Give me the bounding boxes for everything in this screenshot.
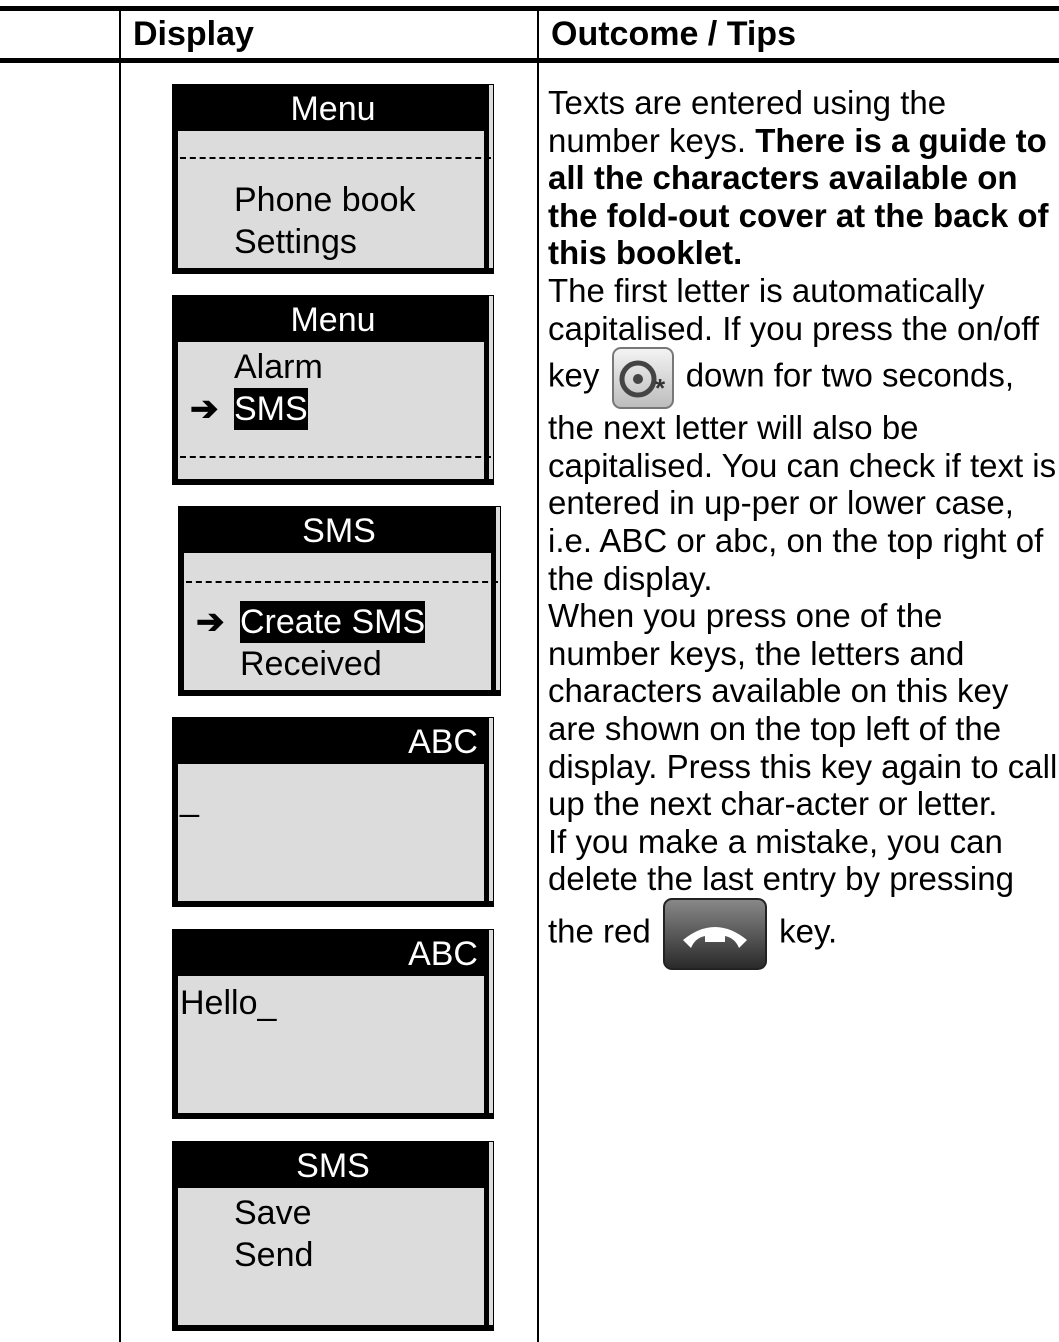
menu-item-alarm: Alarm bbox=[234, 348, 323, 386]
screen-title: Menu bbox=[178, 296, 488, 342]
screen-title: SMS bbox=[184, 507, 494, 553]
column-divider-left bbox=[119, 6, 121, 1342]
display-screen-menu-2: Menu Alarm ➔ SMS bbox=[172, 295, 494, 485]
screen-title: Menu bbox=[178, 85, 488, 131]
screen-title: SMS bbox=[178, 1142, 488, 1188]
entered-text: Hello_ bbox=[180, 984, 277, 1022]
tip-paragraph-1: Texts are entered using the number keys.… bbox=[548, 84, 1049, 272]
separator bbox=[180, 456, 491, 458]
on-off-key-icon: * bbox=[611, 347, 674, 410]
separator bbox=[180, 157, 491, 159]
menu-item-settings: Settings bbox=[234, 223, 357, 261]
tips-text: Texts are entered using the number keys.… bbox=[548, 84, 1058, 970]
display-screen-empty-text: ABC _ bbox=[172, 717, 494, 907]
red-end-key-icon bbox=[662, 897, 767, 970]
selection-arrow-icon: ➔ bbox=[190, 390, 219, 428]
menu-item-sms-selected: SMS bbox=[234, 388, 308, 430]
display-screen-hello-text: ABC Hello_ bbox=[172, 929, 494, 1119]
header-rule bbox=[0, 58, 1059, 63]
tip-paragraph-2: The first letter is automatically capita… bbox=[548, 271, 1057, 597]
column-divider-right bbox=[537, 6, 539, 1342]
menu-item-create-sms-selected: Create SMS bbox=[240, 601, 426, 643]
svg-text:*: * bbox=[655, 373, 666, 403]
display-screen-sms-options: SMS Save Send bbox=[172, 1141, 494, 1331]
tip-paragraph-4: If you make a mistake, you can delete th… bbox=[548, 823, 1058, 970]
display-screen-sms-menu: SMS ➔ Create SMS Received bbox=[178, 506, 501, 696]
tips-column-header: Outcome / Tips bbox=[551, 15, 796, 53]
menu-item-phone-book: Phone book bbox=[234, 181, 416, 219]
display-column-header: Display bbox=[133, 15, 254, 53]
menu-item-send: Send bbox=[234, 1236, 314, 1274]
menu-item-save: Save bbox=[234, 1194, 312, 1232]
case-indicator: ABC bbox=[178, 718, 488, 764]
tip-paragraph-3: When you press one of the number keys, t… bbox=[548, 597, 1058, 823]
selection-arrow-icon: ➔ bbox=[196, 603, 225, 641]
text-cursor: _ bbox=[180, 780, 199, 818]
case-indicator: ABC bbox=[178, 930, 488, 976]
display-screen-menu-1: Menu Phone book Settings bbox=[172, 84, 494, 274]
menu-item-received: Received bbox=[240, 645, 382, 683]
separator bbox=[186, 581, 498, 583]
top-rule bbox=[0, 6, 1059, 11]
